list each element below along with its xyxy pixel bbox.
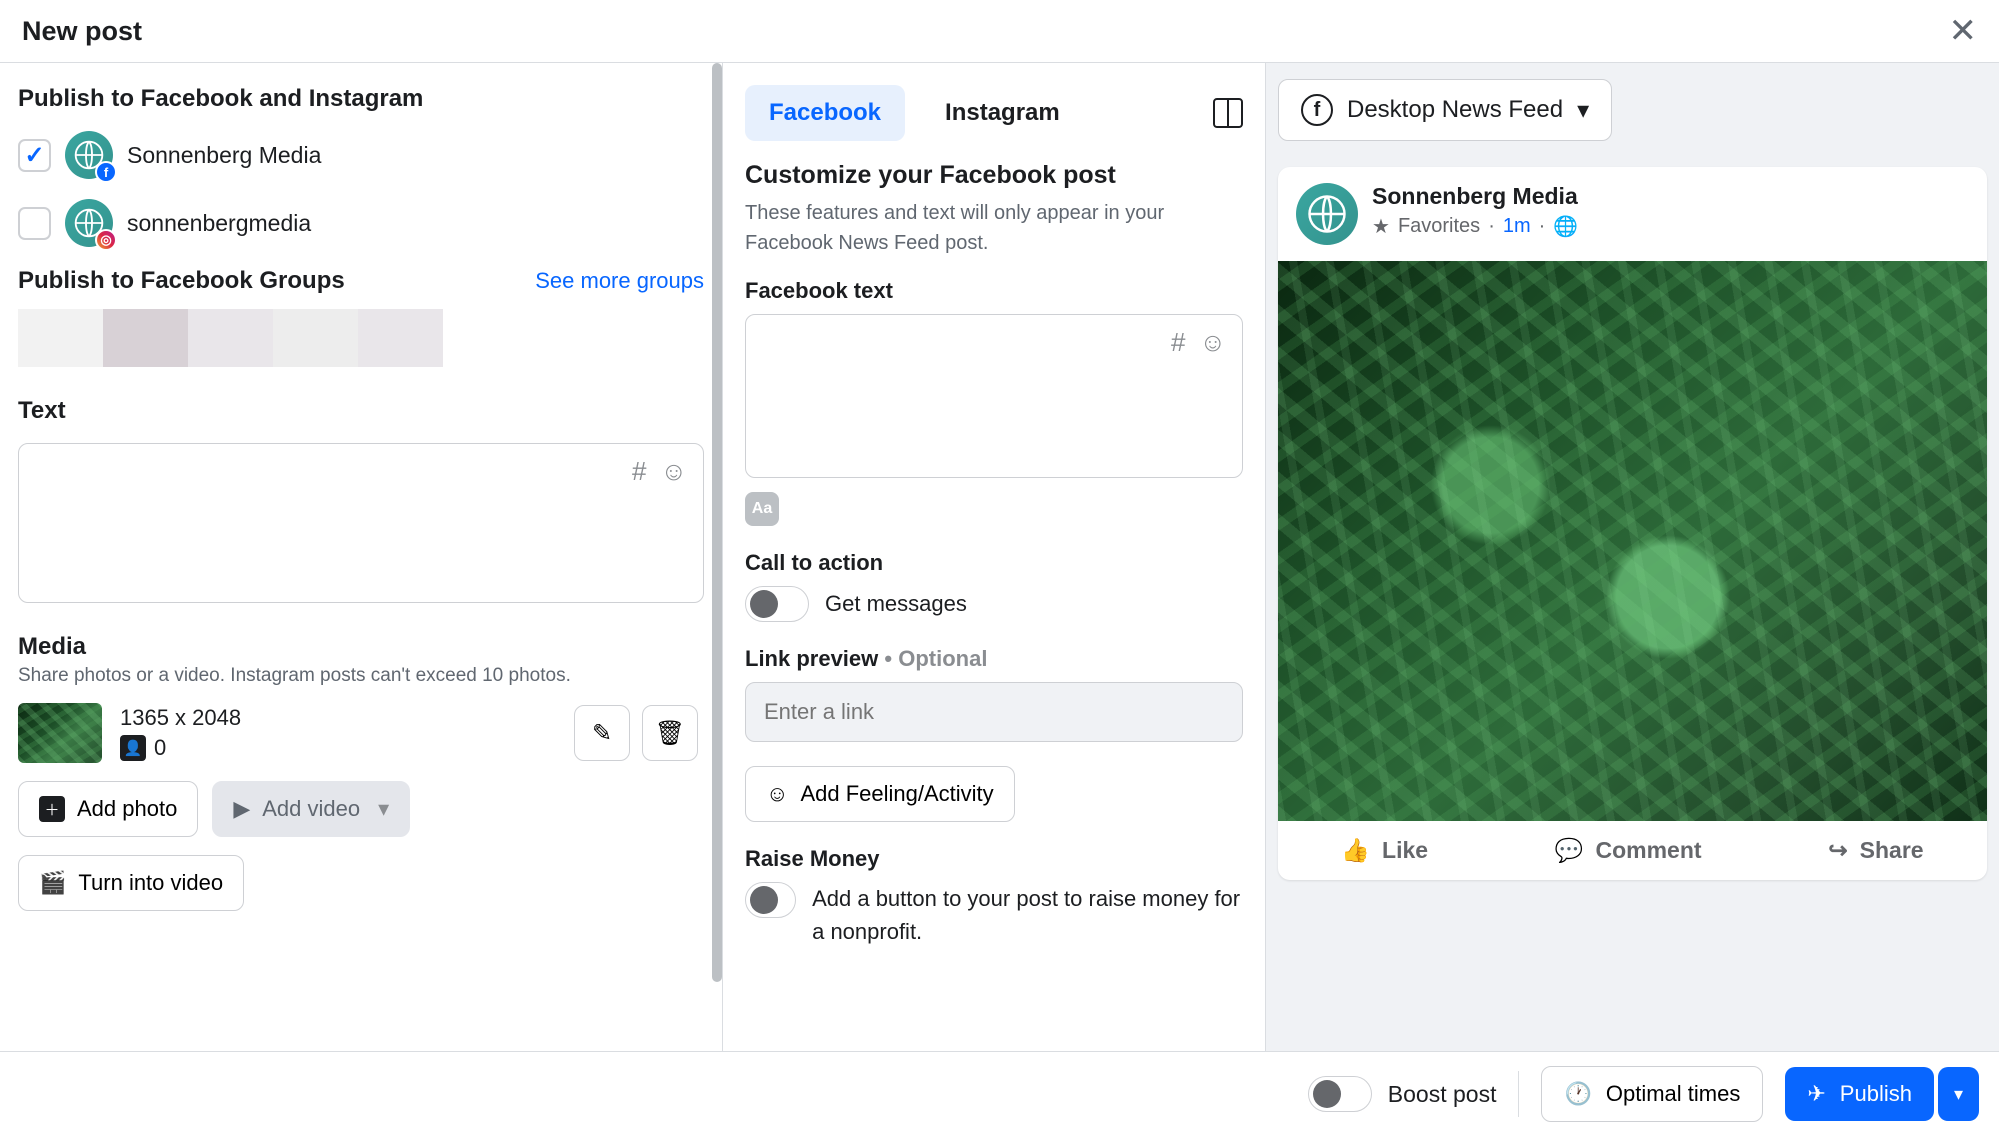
post-text-input[interactable]: # ☺ (18, 443, 704, 603)
preview-page-name[interactable]: Sonnenberg Media (1372, 183, 1578, 210)
sparkle-video-icon: 🎬 (39, 870, 66, 896)
delete-media-button[interactable]: 🗑 (642, 705, 698, 761)
account-row-instagram[interactable]: ◎ sonnenbergmedia (18, 199, 704, 247)
publish-button[interactable]: ✈ Publish (1785, 1067, 1934, 1121)
cta-heading: Call to action (745, 550, 1243, 576)
customize-panel: Facebook Instagram Customize your Facebo… (722, 63, 1266, 1051)
customize-heading: Customize your Facebook post (745, 161, 1243, 190)
boost-post-toggle[interactable] (1308, 1076, 1372, 1112)
group-thumbnail[interactable] (273, 309, 358, 367)
publish-accounts-heading: Publish to Facebook and Instagram (18, 85, 704, 113)
account-checkbox-instagram[interactable] (18, 207, 51, 240)
turn-into-video-button[interactable]: 🎬 Turn into video (18, 855, 244, 911)
add-feeling-button[interactable]: ☺ Add Feeling/Activity (745, 766, 1015, 822)
cta-toggle[interactable] (745, 586, 809, 622)
group-thumbnail[interactable] (103, 309, 188, 367)
boost-post-label: Boost post (1388, 1081, 1497, 1108)
preview-image (1278, 261, 1987, 821)
share-button[interactable]: ↪ Share (1828, 837, 1923, 864)
tab-instagram[interactable]: Instagram (921, 85, 1084, 141)
emoji-icon: ☺ (766, 781, 788, 807)
link-preview-label: Link preview • Optional (745, 646, 1243, 672)
share-icon: ↪ (1828, 837, 1847, 864)
tag-people-icon[interactable]: 👤 (120, 735, 146, 761)
raise-money-toggle[interactable] (745, 882, 796, 918)
cta-label: Get messages (825, 591, 967, 617)
add-photo-icon: ＋ (39, 796, 65, 822)
add-video-button[interactable]: ▶ Add video ▾ (212, 781, 410, 837)
group-thumbnail[interactable] (358, 309, 443, 367)
emoji-icon[interactable]: ☺ (1199, 327, 1226, 358)
text-heading: Text (18, 397, 704, 425)
avatar: ◎ (65, 199, 113, 247)
account-checkbox-facebook[interactable] (18, 139, 51, 172)
favorites-star-icon: ★ (1372, 214, 1390, 239)
media-subtext: Share photos or a video. Instagram posts… (18, 665, 704, 687)
favorites-label: Favorites (1398, 215, 1480, 238)
group-thumbnail[interactable] (18, 309, 103, 367)
scrollbar[interactable] (712, 63, 722, 982)
like-icon: 👍 (1341, 837, 1370, 864)
clock-icon: 🕐 (1564, 1081, 1591, 1107)
facebook-text-label: Facebook text (745, 278, 1243, 304)
account-name: sonnenbergmedia (127, 210, 311, 237)
tag-count: 0 (154, 735, 166, 761)
facebook-badge-icon: f (95, 161, 117, 183)
post-preview-card: Sonnenberg Media ★ Favorites · 1m · 🌐 👍 … (1278, 167, 1987, 880)
facebook-circle-icon: f (1301, 94, 1333, 126)
preview-panel: f Desktop News Feed ▾ Sonnenberg Media ★… (1266, 63, 1999, 1051)
like-button[interactable]: 👍 Like (1341, 837, 1428, 864)
comment-icon: 💬 (1555, 837, 1584, 864)
edit-media-button[interactable]: ✎ (574, 705, 630, 761)
page-title: New post (22, 16, 142, 47)
raise-money-text: Add a button to your post to raise money… (812, 882, 1243, 948)
post-time: 1m (1503, 215, 1531, 238)
account-row-facebook[interactable]: f Sonnenberg Media (18, 131, 704, 179)
close-button[interactable]: ✕ (1949, 14, 1978, 48)
add-photo-button[interactable]: ＋ Add photo (18, 781, 198, 837)
hashtag-icon[interactable]: # (632, 456, 646, 487)
chevron-down-icon: ▾ (1577, 96, 1589, 125)
optimal-times-button[interactable]: 🕐 Optimal times (1541, 1066, 1763, 1122)
split-view-icon[interactable] (1213, 98, 1243, 128)
publish-dropdown-button[interactable]: ▾ (1938, 1067, 1979, 1121)
media-thumbnail[interactable] (18, 703, 102, 763)
comment-button[interactable]: 💬 Comment (1555, 837, 1702, 864)
text-style-button[interactable]: Aa (745, 492, 779, 526)
group-thumbnail[interactable] (188, 309, 273, 367)
video-icon: ▶ (233, 796, 250, 822)
feed-selector[interactable]: f Desktop News Feed ▾ (1278, 79, 1612, 141)
group-thumbnails[interactable] (18, 309, 704, 367)
emoji-icon[interactable]: ☺ (660, 456, 687, 487)
raise-money-heading: Raise Money (745, 846, 1243, 872)
avatar: f (65, 131, 113, 179)
globe-icon: 🌐 (1553, 214, 1578, 239)
instagram-badge-icon: ◎ (95, 229, 117, 251)
facebook-text-input[interactable]: # ☺ (745, 314, 1243, 478)
send-icon: ✈ (1807, 1081, 1825, 1107)
divider (1518, 1071, 1519, 1117)
media-heading: Media (18, 633, 704, 661)
customize-subtext: These features and text will only appear… (745, 198, 1243, 258)
link-preview-input[interactable] (745, 682, 1243, 742)
avatar (1296, 183, 1358, 245)
hashtag-icon[interactable]: # (1171, 327, 1185, 358)
compose-panel: Publish to Facebook and Instagram f Sonn… (0, 63, 722, 1051)
media-dimensions: 1365 x 2048 (120, 705, 241, 731)
tab-facebook[interactable]: Facebook (745, 85, 905, 141)
see-more-groups-link[interactable]: See more groups (535, 268, 704, 294)
account-name: Sonnenberg Media (127, 142, 321, 169)
chevron-down-icon: ▾ (378, 796, 389, 822)
publish-groups-heading: Publish to Facebook Groups (18, 267, 345, 295)
